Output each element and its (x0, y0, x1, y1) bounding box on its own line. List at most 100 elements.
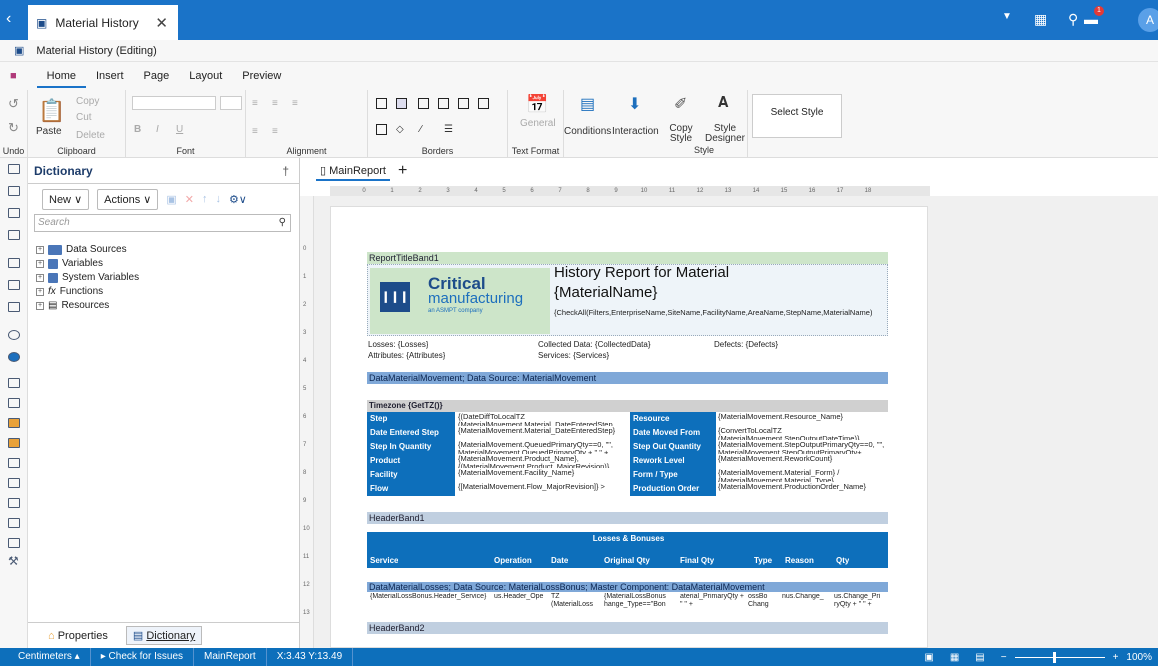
border-left-icon[interactable] (458, 98, 469, 109)
style-designer-button[interactable]: Style Designer (702, 124, 748, 144)
movement-label[interactable]: Product (367, 454, 455, 468)
movement-value[interactable]: {MaterialMovement.QueuedPrimaryQty==0, "… (458, 441, 628, 454)
report-heading-material[interactable]: {MaterialName} (554, 284, 657, 301)
band-icon[interactable] (8, 186, 20, 196)
attributes-field[interactable]: Attributes: {Attributes} (368, 351, 445, 360)
tab-layout[interactable]: Layout (179, 70, 232, 82)
grid-icon[interactable] (8, 258, 20, 268)
conditions-button[interactable]: Conditions (564, 126, 611, 137)
loss-cell[interactable]: ossBo Chang (748, 593, 780, 609)
movement-label[interactable]: Rework Level (630, 454, 716, 468)
tree-item-data-sources[interactable]: + Data Sources (36, 244, 127, 255)
fit-page-icon[interactable]: ▣ (916, 652, 941, 663)
cut-button[interactable]: Cut (76, 112, 92, 123)
movement-value[interactable]: {MaterialMovement.Material_DateEnteredSt… (458, 427, 628, 440)
movement-value[interactable]: {MaterialMovement.StepOutputPrimaryQty==… (718, 441, 888, 454)
movement-value[interactable]: {MaterialMovement.ProductionOrder_Name} (718, 483, 888, 496)
gear-icon[interactable]: ⚙∨ (229, 193, 247, 206)
copy-button[interactable]: Copy (76, 96, 99, 107)
fit-width-icon[interactable]: ▦ (942, 652, 967, 663)
zoom-out-icon[interactable]: − (993, 652, 1015, 663)
movement-label[interactable]: Step In Quantity (367, 440, 455, 454)
search-icon[interactable]: ⚲ (1068, 11, 1078, 28)
barcode-icon[interactable] (8, 302, 20, 312)
interaction-button[interactable]: Interaction (612, 126, 659, 137)
delete-icon[interactable]: ✕ (185, 193, 194, 206)
zoom-slider[interactable] (1014, 651, 1105, 663)
losses-bonuses-header[interactable]: Losses & Bonuses (367, 532, 888, 546)
movement-value[interactable]: {[MaterialMovement.Flow_MajorRevision]} … (458, 483, 628, 496)
column-header[interactable]: Service (370, 556, 398, 565)
map-icon[interactable] (8, 352, 20, 362)
losses-field[interactable]: Losses: {Losses} (368, 340, 428, 349)
copy-style-button[interactable]: Copy Style (662, 124, 700, 144)
actions-button[interactable]: Actions ∨ (97, 188, 159, 210)
tab-dictionary[interactable]: ▤ Dictionary (125, 626, 203, 645)
paste-button[interactable]: Paste (36, 126, 62, 137)
movement-label[interactable]: Step (367, 412, 455, 426)
interaction-icon[interactable]: ⬇ (628, 94, 641, 114)
tools-icon[interactable]: ⚒ (8, 554, 19, 568)
conditions-icon[interactable]: ▤ (580, 94, 595, 114)
loss-cell[interactable]: {MaterialLossBonus hange_Type=="Bon (604, 593, 678, 609)
search-input[interactable]: Search ⚲ (34, 214, 291, 232)
column-header[interactable]: Final Qty (680, 556, 714, 565)
border-none-icon[interactable] (396, 98, 407, 109)
panel-icon[interactable] (8, 458, 20, 468)
line-width-icon[interactable]: ☰ (444, 124, 453, 135)
loss-cell[interactable]: us.Header_Ope (494, 593, 548, 609)
avatar[interactable]: A (1138, 8, 1158, 32)
font-family-select[interactable] (132, 96, 216, 110)
border-bottom-icon[interactable] (438, 98, 449, 109)
expand-icon[interactable]: + (36, 273, 44, 282)
movement-label[interactable]: Date Moved From (630, 426, 716, 440)
zip-icon[interactable] (8, 518, 20, 528)
gauge-icon[interactable] (8, 330, 20, 340)
cross-band-icon[interactable] (8, 208, 20, 218)
header-band1[interactable]: HeaderBand1 (367, 512, 888, 524)
loss-cell[interactable]: us.Change_Pri ryQty + " " + (834, 593, 888, 609)
movement-label[interactable]: Date Entered Step (367, 426, 455, 440)
report-title-band[interactable]: ReportTitleBand1 (367, 252, 888, 264)
tab-mainreport[interactable]: ▯ MainReport (316, 162, 390, 181)
calendar-icon[interactable]: 📅 (526, 94, 548, 115)
image-icon[interactable] (8, 418, 20, 428)
chart-icon[interactable] (8, 280, 20, 290)
brush-icon[interactable]: ✐ (674, 94, 687, 114)
undo-icon[interactable]: ↺ (8, 96, 19, 112)
movement-label[interactable]: Flow (367, 482, 455, 496)
text-icon[interactable] (8, 378, 20, 388)
align-right-icon[interactable]: ≡ (292, 98, 298, 109)
close-icon[interactable]: ✕ (155, 14, 168, 32)
zoom-in-icon[interactable]: + (1105, 652, 1127, 663)
movement-label[interactable]: Facility (367, 468, 455, 482)
check-issues-button[interactable]: ▸ Check for Issues (91, 648, 195, 666)
timezone-row[interactable]: Timezone {GetTZ()} (367, 400, 888, 412)
align-middle-icon[interactable]: ≡ (272, 126, 278, 137)
line-color-icon[interactable]: ∕ (420, 124, 422, 135)
edit-icon[interactable]: ▣ (166, 193, 176, 206)
chevron-down-icon[interactable]: ▼ (1002, 11, 1012, 22)
expand-icon[interactable]: + (36, 287, 44, 296)
expand-icon[interactable]: + (36, 259, 44, 268)
font-size-select[interactable] (220, 96, 242, 110)
table-icon[interactable] (8, 398, 20, 408)
column-header[interactable]: Qty (836, 556, 849, 565)
losses-band[interactable]: DataMaterialLosses; Data Source: Materia… (367, 582, 888, 592)
movement-label[interactable]: Resource (630, 412, 716, 426)
fill-color-icon[interactable]: ◇ (396, 124, 404, 135)
services-field[interactable]: Services: {Services} (538, 351, 609, 360)
one-page-icon[interactable]: ▤ (967, 652, 992, 663)
tree-item-resources[interactable]: + ▤ Resources (36, 300, 109, 311)
expand-icon[interactable]: + (36, 301, 44, 310)
tree-item-system-variables[interactable]: + System Variables (36, 272, 139, 283)
loss-cell[interactable]: nus.Change_ (782, 593, 832, 609)
movement-value[interactable]: {MaterialMovement.Resource_Name} (718, 413, 888, 426)
delete-button[interactable]: Delete (76, 130, 105, 141)
scan-icon[interactable]: ▦ (1034, 11, 1047, 28)
border-top-icon[interactable] (418, 98, 429, 109)
tree-item-variables[interactable]: + Variables (36, 258, 103, 269)
tab-preview[interactable]: Preview (232, 70, 291, 82)
loss-cell[interactable]: aterial_PrimaryQty + " " + (680, 593, 746, 609)
movement-value[interactable]: {MaterialMovement.Facility_Name} (458, 469, 628, 482)
